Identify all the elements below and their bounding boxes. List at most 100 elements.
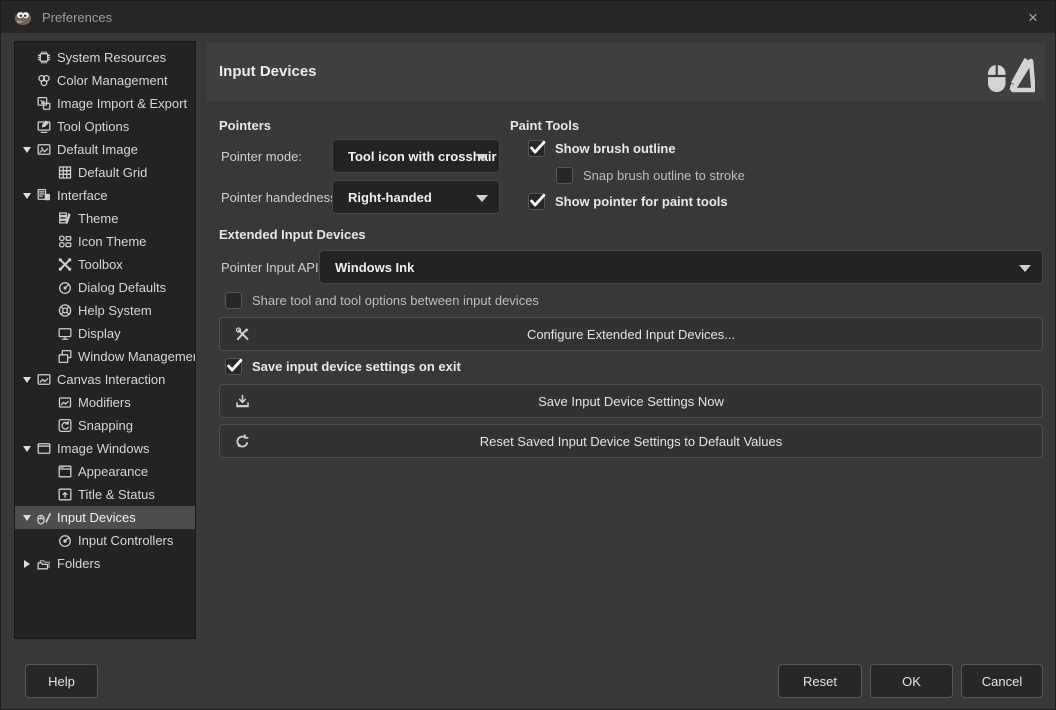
chevron-down-icon bbox=[476, 195, 488, 202]
pointer-mode-label: Pointer mode: bbox=[221, 149, 302, 164]
sidebar-item-color-management[interactable]: Color Management bbox=[15, 69, 195, 92]
configure-extended-input-devices-button[interactable]: Configure Extended Input Devices... bbox=[219, 317, 1043, 351]
checkbox[interactable] bbox=[528, 193, 545, 210]
sidebar-item-label: Window Management bbox=[78, 349, 196, 364]
sidebar-item-toolbox[interactable]: Toolbox bbox=[15, 253, 195, 276]
expander-open-icon[interactable] bbox=[18, 515, 35, 521]
sidebar-item-dialog-defaults[interactable]: Dialog Defaults bbox=[15, 276, 195, 299]
expander-open-icon[interactable] bbox=[18, 377, 35, 383]
sidebar-item-appearance[interactable]: Appearance bbox=[15, 460, 195, 483]
sidebar-item-label: Default Image bbox=[57, 142, 138, 157]
expander-open-icon[interactable] bbox=[18, 193, 35, 199]
chevron-down-icon bbox=[1019, 265, 1031, 272]
color-management-icon bbox=[35, 72, 53, 89]
sidebar-item-label: System Resources bbox=[57, 50, 166, 65]
save-icon bbox=[234, 393, 251, 410]
cancel-button[interactable]: Cancel bbox=[961, 664, 1043, 698]
chevron-down-icon bbox=[476, 154, 488, 161]
reset-icon bbox=[234, 433, 251, 450]
dialog-defaults-icon bbox=[56, 279, 74, 296]
sidebar-item-help-system[interactable]: Help System bbox=[15, 299, 195, 322]
sidebar-item-label: Modifiers bbox=[78, 395, 131, 410]
sidebar-item-snapping[interactable]: Snapping bbox=[15, 414, 195, 437]
checkbox[interactable] bbox=[528, 140, 545, 157]
default-grid-icon bbox=[56, 164, 74, 181]
image-windows-icon bbox=[35, 440, 53, 457]
ok-button[interactable]: OK bbox=[870, 664, 953, 698]
sidebar-item-label: Image Import & Export bbox=[57, 96, 187, 111]
gimp-wilber-icon bbox=[13, 7, 33, 27]
checkbox-label: Snap brush outline to stroke bbox=[583, 168, 745, 183]
sidebar-item-title-status[interactable]: Title & Status bbox=[15, 483, 195, 506]
sidebar-item-label: Image Windows bbox=[57, 441, 149, 456]
reset-button[interactable]: Reset bbox=[778, 664, 862, 698]
reset-saved-input-device-settings-button[interactable]: Reset Saved Input Device Settings to Def… bbox=[219, 424, 1043, 458]
window-title: Preferences bbox=[42, 10, 112, 25]
toolbox-icon bbox=[56, 256, 74, 273]
window-management-icon bbox=[56, 348, 74, 365]
sidebar-item-folders[interactable]: Folders bbox=[15, 552, 195, 575]
sidebar-item-label: Snapping bbox=[78, 418, 133, 433]
expander-open-icon[interactable] bbox=[18, 446, 35, 452]
display-icon bbox=[56, 325, 74, 342]
show-brush-outline-checkbox-row: Show brush outline bbox=[528, 138, 676, 158]
folders-icon bbox=[35, 555, 53, 572]
appearance-icon bbox=[56, 463, 74, 480]
tools-icon bbox=[234, 326, 251, 343]
default-image-icon bbox=[35, 141, 53, 158]
checkbox[interactable] bbox=[556, 167, 573, 184]
snapping-icon bbox=[56, 417, 74, 434]
sidebar-item-tool-options[interactable]: Tool Options bbox=[15, 115, 195, 138]
close-icon[interactable]: × bbox=[1022, 7, 1044, 29]
sidebar-item-canvas-interaction[interactable]: Canvas Interaction bbox=[15, 368, 195, 391]
input-devices-page: Input Devices Pointers Pointer mode: Too… bbox=[207, 43, 1045, 639]
sidebar-item-label: Theme bbox=[78, 211, 118, 226]
expander-closed-icon[interactable] bbox=[18, 560, 35, 568]
extended-input-devices-heading: Extended Input Devices bbox=[219, 227, 366, 242]
save-input-device-settings-now-button[interactable]: Save Input Device Settings Now bbox=[219, 384, 1043, 418]
modifiers-icon bbox=[56, 394, 74, 411]
sidebar-item-modifiers[interactable]: Modifiers bbox=[15, 391, 195, 414]
sidebar-item-image-windows[interactable]: Image Windows bbox=[15, 437, 195, 460]
sidebar-item-label: Toolbox bbox=[78, 257, 123, 272]
canvas-interaction-icon bbox=[35, 371, 53, 388]
title-status-icon bbox=[56, 486, 74, 503]
sidebar-item-input-devices[interactable]: Input Devices bbox=[15, 506, 195, 529]
preferences-dialog: Preferences × System Resources Color Mana… bbox=[0, 0, 1056, 710]
system-resources-icon bbox=[35, 49, 53, 66]
pointer-handedness-dropdown[interactable]: Right-handed bbox=[332, 180, 500, 214]
paint-tools-heading: Paint Tools bbox=[510, 118, 579, 133]
sidebar-item-theme[interactable]: Theme bbox=[15, 207, 195, 230]
sidebar-item-label: Dialog Defaults bbox=[78, 280, 166, 295]
checkbox[interactable] bbox=[225, 358, 242, 375]
sidebar-item-image-import-export[interactable]: Image Import & Export bbox=[15, 92, 195, 115]
checkbox-label: Show brush outline bbox=[555, 141, 676, 156]
titlebar[interactable]: Preferences × bbox=[1, 1, 1055, 33]
save-on-exit-checkbox-row: Save input device settings on exit bbox=[225, 356, 461, 376]
sidebar-item-label: Input Devices bbox=[57, 510, 136, 525]
sidebar-item-icon-theme[interactable]: Icon Theme bbox=[15, 230, 195, 253]
sidebar-item-label: Icon Theme bbox=[78, 234, 146, 249]
page-header: Input Devices bbox=[207, 43, 1045, 101]
sidebar-item-label: Appearance bbox=[78, 464, 148, 479]
sidebar-item-system-resources[interactable]: System Resources bbox=[15, 46, 195, 69]
show-pointer-for-paint-tools-checkbox-row: Show pointer for paint tools bbox=[528, 191, 728, 211]
sidebar-item-input-controllers[interactable]: Input Controllers bbox=[15, 529, 195, 552]
expander-open-icon[interactable] bbox=[18, 147, 35, 153]
theme-icon bbox=[56, 210, 74, 227]
pointers-heading: Pointers bbox=[219, 118, 271, 133]
sidebar-item-window-management[interactable]: Window Management bbox=[15, 345, 195, 368]
checkbox-label: Show pointer for paint tools bbox=[555, 194, 728, 209]
sidebar-item-interface[interactable]: Interface bbox=[15, 184, 195, 207]
input-devices-icon bbox=[35, 509, 53, 526]
sidebar-item-default-image[interactable]: Default Image bbox=[15, 138, 195, 161]
help-button[interactable]: Help bbox=[25, 664, 98, 698]
pointer-mode-dropdown[interactable]: Tool icon with crosshair bbox=[332, 139, 500, 173]
sidebar-item-default-grid[interactable]: Default Grid bbox=[15, 161, 195, 184]
sidebar-item-display[interactable]: Display bbox=[15, 322, 195, 345]
checkbox[interactable] bbox=[225, 292, 242, 309]
sidebar-item-label: Interface bbox=[57, 188, 108, 203]
image-import-export-icon bbox=[35, 95, 53, 112]
icon-theme-icon bbox=[56, 233, 74, 250]
pointer-input-api-dropdown[interactable]: Windows Ink bbox=[319, 250, 1043, 284]
